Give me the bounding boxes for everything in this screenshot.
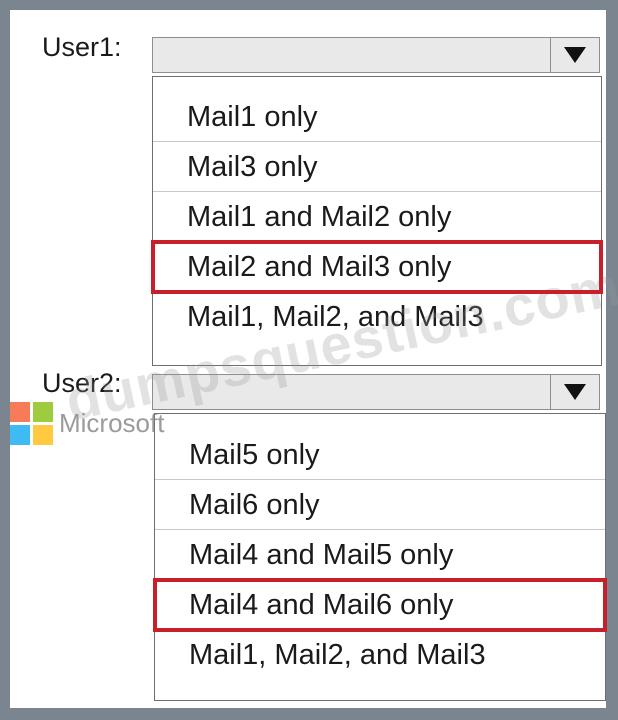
microsoft-logo-icon [10,402,53,445]
logo-square-blue [10,425,30,445]
user2-option-selected[interactable]: Mail4 and Mail6 only [153,578,607,632]
logo-square-red [10,402,30,422]
user2-label: User2: [42,368,122,398]
user2-option[interactable]: Mail5 only [155,430,605,480]
user1-option[interactable]: Mail1 only [153,92,601,142]
user1-options-list: Mail1 only Mail3 only Mail1 and Mail2 on… [151,76,603,366]
logo-square-yellow [33,425,53,445]
user1-label: User1: [42,32,122,62]
user1-option-selected[interactable]: Mail2 and Mail3 only [151,240,603,294]
user2-options-list: Mail5 only Mail6 only Mail4 and Mail5 on… [153,413,607,701]
user1-option[interactable]: Mail1 and Mail2 only [153,192,601,242]
user1-dropdown[interactable] [152,37,600,73]
microsoft-logo: Microsoft [10,402,164,445]
user2-option[interactable]: Mail4 and Mail5 only [155,530,605,580]
user2-option[interactable]: Mail6 only [155,480,605,530]
user1-option[interactable]: Mail1, Mail2, and Mail3 [153,292,601,342]
user2-option[interactable]: Mail1, Mail2, and Mail3 [155,630,605,680]
dropdown-arrow-icon[interactable] [550,375,599,409]
answer-area: User1: Mail1 only Mail3 only Mail1 and M… [10,10,607,708]
dropdown-arrow-icon[interactable] [550,38,599,72]
user1-option[interactable]: Mail3 only [153,142,601,192]
logo-text: Microsoft [59,408,165,438]
logo-square-green [33,402,53,422]
user2-dropdown[interactable] [152,374,600,410]
